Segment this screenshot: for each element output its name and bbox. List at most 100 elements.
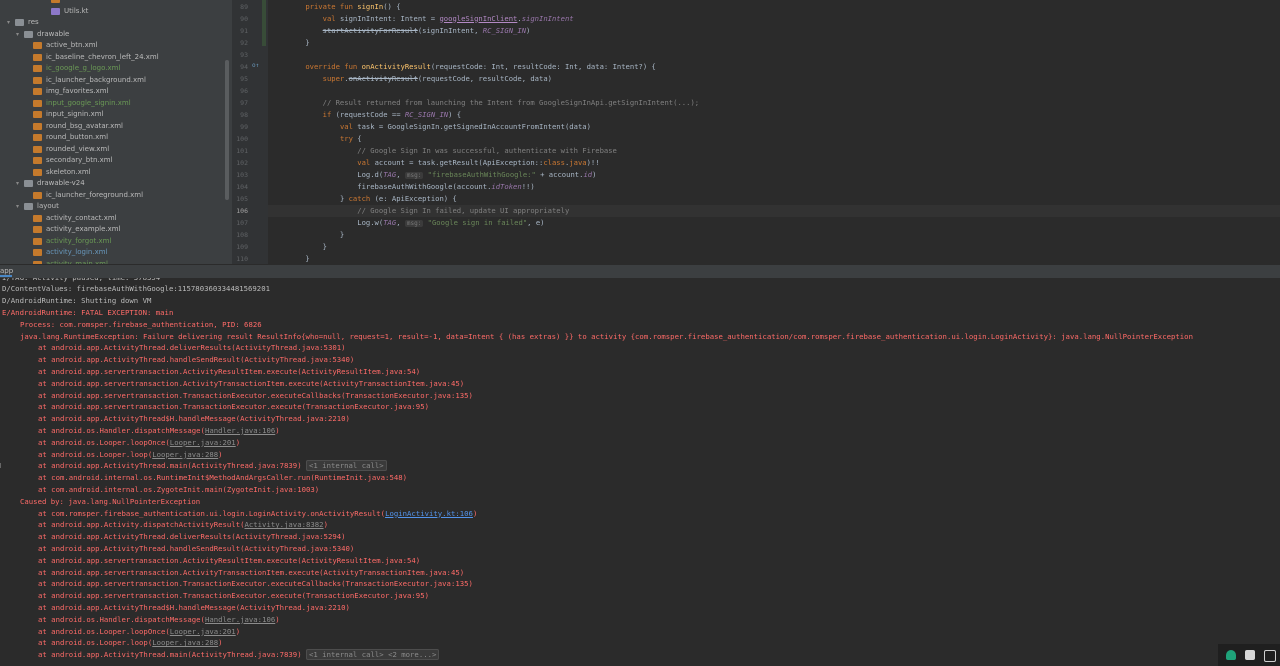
log-line[interactable]: Caused by: java.lang.NullPointerExceptio… — [20, 496, 200, 508]
code-line[interactable]: val account = task.getResult(ApiExceptio… — [268, 157, 1280, 169]
tree-item[interactable]: rounded_view.xml — [0, 144, 232, 156]
tree-item[interactable]: activity_forgot.xml — [0, 236, 232, 248]
log-line[interactable]: at android.app.ActivityThread$H.handleMe… — [38, 602, 350, 614]
log-line[interactable]: D/AndroidRuntime: Shutting down VM — [2, 295, 151, 307]
shield-icon[interactable] — [1226, 650, 1236, 660]
code-line[interactable]: super.onActivityResult(requestCode, resu… — [268, 73, 1280, 85]
log-line[interactable]: at android.app.ActivityThread$H.handleMe… — [38, 413, 350, 425]
tree-item[interactable]: ic_google_g_logo.xml — [0, 63, 232, 75]
expand-arrow-icon[interactable]: ▾ — [16, 178, 22, 190]
log-line[interactable]: at android.app.Activity.dispatchActivity… — [38, 519, 328, 531]
log-line[interactable]: at com.romsper.firebase_authentication.u… — [38, 508, 477, 520]
tree-item[interactable]: input_signin.xml — [0, 109, 232, 121]
tree-item[interactable]: activity_example.xml — [0, 224, 232, 236]
network-icon[interactable] — [1264, 650, 1276, 662]
expand-arrow-icon[interactable]: ▾ — [16, 29, 22, 41]
log-line[interactable]: at android.app.servertransaction.Transac… — [38, 578, 473, 590]
code-line[interactable] — [268, 49, 1280, 61]
code-line[interactable] — [268, 85, 1280, 97]
code-line[interactable]: } — [268, 37, 1280, 49]
tree-item[interactable]: activity_login.xml — [0, 247, 232, 259]
code-line[interactable]: } — [268, 253, 1280, 265]
log-line[interactable]: at android.app.servertransaction.Activit… — [38, 378, 464, 390]
log-line[interactable]: at android.app.servertransaction.Activit… — [38, 567, 464, 579]
log-line[interactable]: at android.app.ActivityThread.handleSend… — [38, 354, 354, 366]
tree-scrollbar[interactable] — [225, 60, 229, 200]
tree-item[interactable]: Utils.kt — [0, 6, 232, 18]
log-line[interactable]: at android.os.Looper.loopOnce(Looper.jav… — [38, 626, 240, 638]
log-line[interactable]: at android.os.Looper.loopOnce(Looper.jav… — [38, 437, 240, 449]
log-line[interactable]: at android.app.servertransaction.Activit… — [38, 555, 420, 567]
code-editor[interactable]: private fun signIn() { val signInIntent:… — [268, 0, 1280, 264]
log-line[interactable]: at android.os.Looper.loop(Looper.java:28… — [38, 449, 223, 461]
log-line[interactable]: Process: com.romsper.firebase_authentica… — [20, 319, 262, 331]
tree-item[interactable]: active_btn.xml — [0, 40, 232, 52]
log-line[interactable]: at android.app.ActivityThread.handleSend… — [38, 543, 354, 555]
code-line[interactable]: Log.w(TAG, msg: "Google sign in failed",… — [268, 217, 1280, 229]
log-line[interactable]: at android.app.servertransaction.Transac… — [38, 390, 473, 402]
log-line[interactable]: at android.app.servertransaction.Activit… — [38, 366, 420, 378]
logcat-output[interactable]: I/TAG: Activity paused, time: 378354 D/Co… — [0, 278, 1280, 666]
log-line[interactable]: at android.app.ActivityThread.main(Activ… — [38, 460, 387, 472]
source-link[interactable]: Activity.java:8382 — [244, 520, 323, 529]
folded-frames-toggle[interactable]: <1 internal call> <2 more...> — [306, 649, 440, 661]
log-line[interactable]: at android.app.ActivityThread.deliverRes… — [38, 342, 346, 354]
fold-caret-icon[interactable] — [0, 463, 4, 469]
tree-item[interactable]: ▾ drawable-v24 — [0, 178, 232, 190]
code-line[interactable]: // Google Sign In was successful, authen… — [268, 145, 1280, 157]
tree-item[interactable]: round_button.xml — [0, 132, 232, 144]
source-link[interactable]: Looper.java:288 — [152, 450, 218, 459]
source-link[interactable]: LoginActivity.kt:106 — [385, 509, 473, 518]
tree-item[interactable]: ▾ drawable — [0, 29, 232, 41]
log-line[interactable]: at com.android.internal.os.ZygoteInit.ma… — [38, 484, 319, 496]
log-line[interactable]: java.lang.RuntimeException: Failure deli… — [20, 331, 1193, 343]
code-line[interactable]: private fun signIn() { — [268, 1, 1280, 13]
tree-item[interactable]: ▾ res — [0, 17, 232, 29]
override-gutter-icon[interactable]: o↑ — [252, 62, 259, 69]
code-line[interactable]: } — [268, 241, 1280, 253]
folded-frames-toggle[interactable]: <1 internal call> — [306, 460, 387, 472]
tree-item[interactable]: activity_contact.xml — [0, 213, 232, 225]
code-line[interactable]: try { — [268, 133, 1280, 145]
log-line[interactable]: at android.os.Handler.dispatchMessage(Ha… — [38, 614, 280, 626]
code-line[interactable]: val task = GoogleSignIn.getSignedInAccou… — [268, 121, 1280, 133]
code-line[interactable]: override fun onActivityResult(requestCod… — [268, 61, 1280, 73]
log-line[interactable]: at android.app.servertransaction.Transac… — [38, 401, 429, 413]
code-line[interactable]: // Google Sign In failed, update UI appr… — [268, 204, 1280, 217]
code-line[interactable]: firebaseAuthWithGoogle(account.idToken!!… — [268, 181, 1280, 193]
log-line[interactable]: at android.os.Looper.loop(Looper.java:28… — [38, 637, 223, 649]
tree-item[interactable]: skeleton.xml — [0, 167, 232, 179]
project-tree[interactable]: Utils.kt ▾ res ▾ drawable active_btn.xml ic_ba… — [0, 0, 232, 264]
expand-arrow-icon[interactable]: ▾ — [16, 201, 22, 213]
code-line[interactable]: startActivityForResult(signInIntent, RC_… — [268, 25, 1280, 37]
tree-item[interactable]: img_favorites.xml — [0, 86, 232, 98]
code-line[interactable]: } catch (e: ApiException) { — [268, 193, 1280, 205]
run-tab-app[interactable]: app — [0, 267, 13, 275]
log-line[interactable]: at com.android.internal.os.RuntimeInit$M… — [38, 472, 407, 484]
source-link[interactable]: Looper.java:288 — [152, 638, 218, 647]
code-line[interactable]: Log.d(TAG, msg: "firebaseAuthWithGoogle:… — [268, 169, 1280, 181]
printer-icon[interactable] — [1245, 650, 1255, 660]
source-link[interactable]: Looper.java:201 — [170, 627, 236, 636]
tree-item[interactable]: secondary_btn.xml — [0, 155, 232, 167]
tree-item[interactable]: round_bsg_avatar.xml — [0, 121, 232, 133]
tree-item[interactable]: ic_launcher_foreground.xml — [0, 190, 232, 202]
tree-item[interactable]: input_google_signin.xml — [0, 98, 232, 110]
log-line[interactable]: D/ContentValues: firebaseAuthWithGoogle:… — [2, 283, 270, 295]
source-link[interactable]: Handler.java:106 — [205, 426, 275, 435]
code-line[interactable]: val signInIntent: Intent = googleSignInC… — [268, 13, 1280, 25]
tree-item[interactable]: ic_launcher_background.xml — [0, 75, 232, 87]
log-line[interactable]: at android.os.Handler.dispatchMessage(Ha… — [38, 425, 280, 437]
log-line[interactable]: at android.app.servertransaction.Transac… — [38, 590, 429, 602]
code-line[interactable]: } — [268, 229, 1280, 241]
tree-item[interactable]: ic_baseline_chevron_left_24.xml — [0, 52, 232, 64]
source-link[interactable]: Looper.java:201 — [170, 438, 236, 447]
code-line[interactable]: if (requestCode == RC_SIGN_IN) { — [268, 109, 1280, 121]
log-line[interactable]: at android.app.ActivityThread.deliverRes… — [38, 531, 346, 543]
expand-arrow-icon[interactable]: ▾ — [7, 17, 13, 29]
log-line[interactable]: E/AndroidRuntime: FATAL EXCEPTION: main — [2, 307, 173, 319]
tree-item[interactable]: ▾ layout — [0, 201, 232, 213]
source-link[interactable]: Handler.java:106 — [205, 615, 275, 624]
log-line[interactable]: at android.app.ActivityThread.main(Activ… — [38, 649, 440, 661]
code-line[interactable]: // Result returned from launching the In… — [268, 97, 1280, 109]
